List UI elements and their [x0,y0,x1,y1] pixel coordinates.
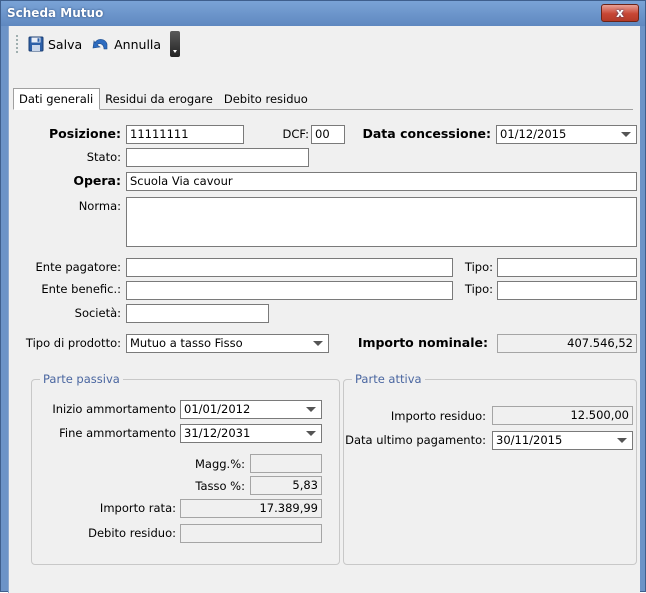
debito-residuo-label: Debito residuo: [88,526,176,540]
data-concessione-combo[interactable]: 01/12/2015 [496,125,637,144]
magg-field [250,454,322,473]
ente-pagatore-tipo-field[interactable] [497,258,637,277]
inizio-ammortamento-label: Inizio ammortamento [52,402,176,416]
window: Scheda Mutuo x Salva Annulla Dati genera… [0,0,646,593]
tasso-field: 5,83 [250,476,322,495]
parte-attiva-group: Parte attiva Importo residuo: 12.500,00 … [343,372,637,565]
opera-label: Opera: [73,173,121,188]
stato-label: Stato: [86,150,121,164]
tab-dati-generali[interactable]: Dati generali [13,88,101,110]
ente-benefic-label: Ente benefic.: [41,282,121,296]
chevron-down-icon[interactable] [306,407,316,412]
societa-label: Società: [74,306,121,320]
posizione-field[interactable]: 11111111 [126,125,244,144]
tipo-prodotto-value: Mutuo a tasso Fisso [130,336,243,350]
undo-label: Annulla [114,36,162,52]
toolbar-overflow-button[interactable] [170,31,181,57]
importo-residuo-label: Importo residuo: [390,409,486,423]
parte-attiva-title: Parte attiva [352,372,425,386]
data-ultimo-pagamento-value: 30/11/2015 [496,433,563,447]
chevron-down-icon[interactable] [306,431,316,436]
title-bar[interactable]: Scheda Mutuo x [1,1,645,26]
toolbar: Salva Annulla [11,30,211,58]
chevron-down-icon[interactable] [617,438,627,443]
toolbar-grip[interactable] [15,34,19,54]
close-icon: x [616,6,624,20]
tasso-label: Tasso %: [195,479,245,493]
undo-button[interactable]: Annulla [89,34,164,54]
societa-field[interactable] [126,304,269,323]
ente-benefic-tipo-label: Tipo: [464,282,493,296]
ente-pagatore-field[interactable] [126,258,453,277]
window-title: Scheda Mutuo [7,6,104,20]
data-concessione-label: Data concessione: [362,126,492,141]
inizio-ammortamento-combo[interactable]: 01/01/2012 [180,400,322,419]
opera-field[interactable]: Scuola Via cavour [126,172,637,191]
fine-ammortamento-label: Fine ammortamento [59,426,176,440]
debito-residuo-field [180,524,322,543]
magg-label: Magg.%: [194,457,245,471]
importo-residuo-field: 12.500,00 [492,406,633,425]
data-ultimo-pagamento-label: Data ultimo pagamento: [345,433,486,447]
stato-field[interactable] [126,148,309,167]
chevron-down-icon[interactable] [313,341,323,346]
close-button[interactable]: x [601,4,639,22]
importo-rata-label: Importo rata: [99,501,176,515]
tipo-prodotto-label: Tipo di prodotto: [25,336,121,350]
save-button[interactable]: Salva [25,34,85,54]
dcf-label: DCF: [282,127,309,141]
tipo-prodotto-combo[interactable]: Mutuo a tasso Fisso [126,334,329,353]
floppy-disk-icon [28,36,44,52]
dcf-field[interactable]: 00 [311,125,345,144]
undo-icon [92,39,108,50]
ente-pagatore-tipo-label: Tipo: [464,260,493,274]
norma-label: Norma: [78,199,121,213]
data-ultimo-pagamento-combo[interactable]: 30/11/2015 [492,431,633,450]
importo-rata-field: 17.389,99 [180,499,322,518]
importo-nominale-field: 407.546,52 [497,334,637,353]
posizione-label: Posizione: [49,126,121,141]
norma-textarea[interactable] [126,197,637,247]
fine-ammortamento-combo[interactable]: 31/12/2031 [180,424,322,443]
client-area: Salva Annulla Dati generali Residui da e… [8,26,640,593]
fine-ammortamento-value: 31/12/2031 [184,426,251,440]
tab-residui-da-erogare[interactable]: Residui da erogare [100,90,219,109]
inizio-ammortamento-value: 01/01/2012 [184,402,251,416]
save-label: Salva [48,36,83,52]
parte-passiva-title: Parte passiva [40,372,123,386]
ente-pagatore-label: Ente pagatore: [35,260,121,274]
chevron-down-icon[interactable] [621,132,631,137]
ente-benefic-field[interactable] [126,281,453,300]
tab-debito-residuo[interactable]: Debito residuo [219,90,314,109]
importo-nominale-label: Importo nominale: [357,335,488,350]
tab-panel-dati-generali: Posizione: 11111111 DCF: 00 Data concess… [13,110,637,580]
tab-strip: Dati generali Residui da erogare Debito … [13,88,633,110]
ente-benefic-tipo-field[interactable] [497,281,637,300]
data-concessione-value: 01/12/2015 [500,127,567,141]
parte-passiva-group: Parte passiva Inizio ammortamento 01/01/… [31,372,340,565]
